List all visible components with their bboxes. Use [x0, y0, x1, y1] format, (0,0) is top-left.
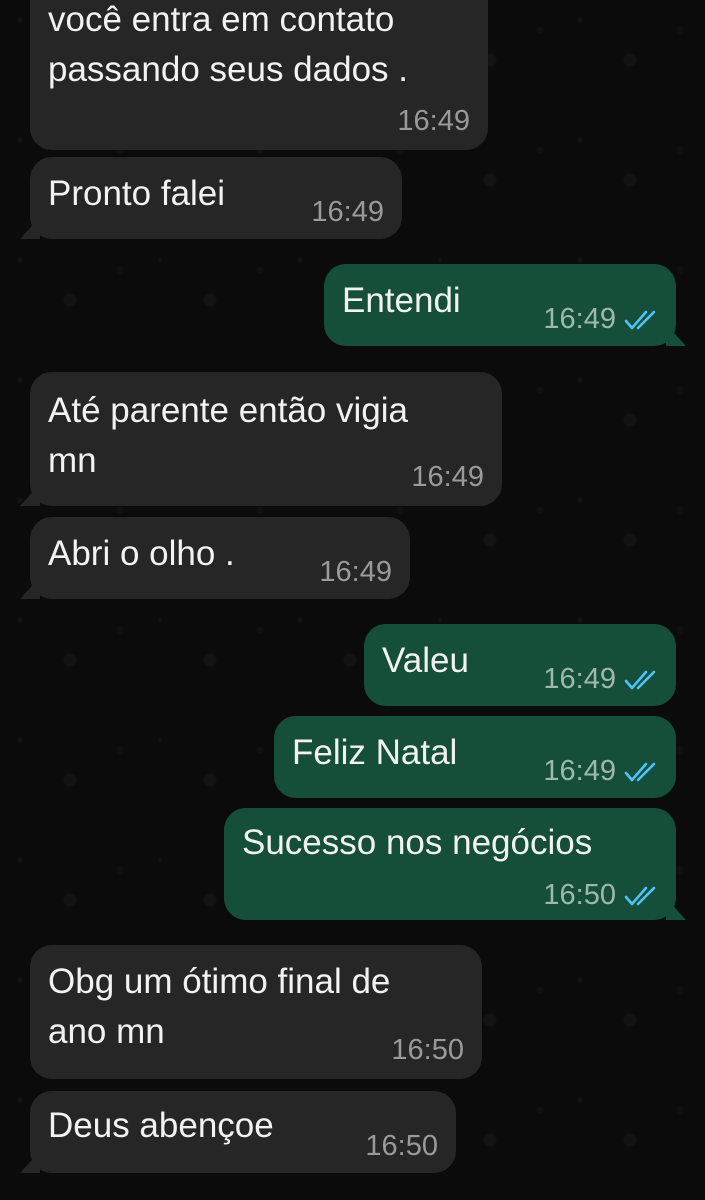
- chat-background: você entra em contato passando seus dado…: [0, 0, 705, 1200]
- bubble-tail: [20, 217, 40, 239]
- message-text: Obg um ótimo final de: [48, 962, 391, 1001]
- message-timestamp: 16:50: [543, 879, 616, 911]
- message-timestamp: 16:49: [319, 556, 392, 588]
- message-text: mn: [48, 441, 97, 480]
- message-bubble-outgoing[interactable]: Sucesso nos negócios 16:50: [224, 808, 686, 920]
- message-bubble-incoming[interactable]: você entra em contato passando seus dado…: [30, 0, 488, 150]
- bubble-tail: [20, 484, 40, 506]
- message-bubble-outgoing[interactable]: Feliz Natal 16:49: [274, 716, 676, 798]
- message-bubble-incoming[interactable]: Obg um ótimo final de ano mn 16:50: [30, 945, 482, 1079]
- message-timestamp: 16:49: [543, 663, 616, 695]
- message-timestamp: 16:49: [411, 461, 484, 493]
- message-timestamp: 16:49: [397, 105, 470, 137]
- message-text: Entendi: [342, 281, 461, 320]
- message-meta: 16:49: [543, 302, 660, 336]
- message-bubble-incoming[interactable]: Até parente então vigia mn 16:49: [20, 372, 502, 506]
- message-text: Feliz Natal: [292, 733, 458, 772]
- message-text: Abri o olho .: [48, 534, 235, 573]
- message-bubble-outgoing[interactable]: Valeu 16:49: [364, 624, 676, 706]
- message-text: Deus abençoe: [48, 1106, 274, 1145]
- message-text: Até parente então vigia: [48, 391, 408, 430]
- double-check-icon: [624, 761, 660, 783]
- message-timestamp: 16:49: [543, 755, 616, 787]
- bubble-tail: [20, 577, 40, 599]
- message-bubble-outgoing[interactable]: Entendi 16:49: [324, 264, 686, 346]
- message-text: Sucesso nos negócios: [242, 823, 593, 862]
- message-timestamp: 16:50: [365, 1130, 438, 1162]
- message-bubble-incoming[interactable]: Pronto falei 16:49: [20, 157, 402, 239]
- message-text: Pronto falei: [48, 174, 226, 213]
- message-meta: 16:49: [543, 754, 660, 788]
- double-check-icon: [624, 669, 660, 691]
- message-bubble-incoming[interactable]: Abri o olho . 16:49: [20, 517, 410, 599]
- message-timestamp: 16:50: [391, 1034, 464, 1066]
- message-text: Valeu: [382, 641, 469, 680]
- bubble-tail: [666, 324, 686, 346]
- message-bubble-incoming[interactable]: Deus abençoe 16:50: [20, 1091, 456, 1173]
- double-check-icon: [624, 309, 660, 331]
- message-text: passando seus dados .: [48, 50, 408, 89]
- bubble-tail: [20, 1151, 40, 1173]
- message-timestamp: 16:49: [543, 303, 616, 335]
- message-text: você entra em contato: [48, 0, 395, 39]
- double-check-icon: [624, 885, 660, 907]
- message-meta: 16:49: [543, 662, 660, 696]
- message-meta: 16:50: [543, 878, 660, 912]
- bubble-tail: [666, 898, 686, 920]
- message-text: ano mn: [48, 1012, 165, 1051]
- message-timestamp: 16:49: [311, 196, 384, 228]
